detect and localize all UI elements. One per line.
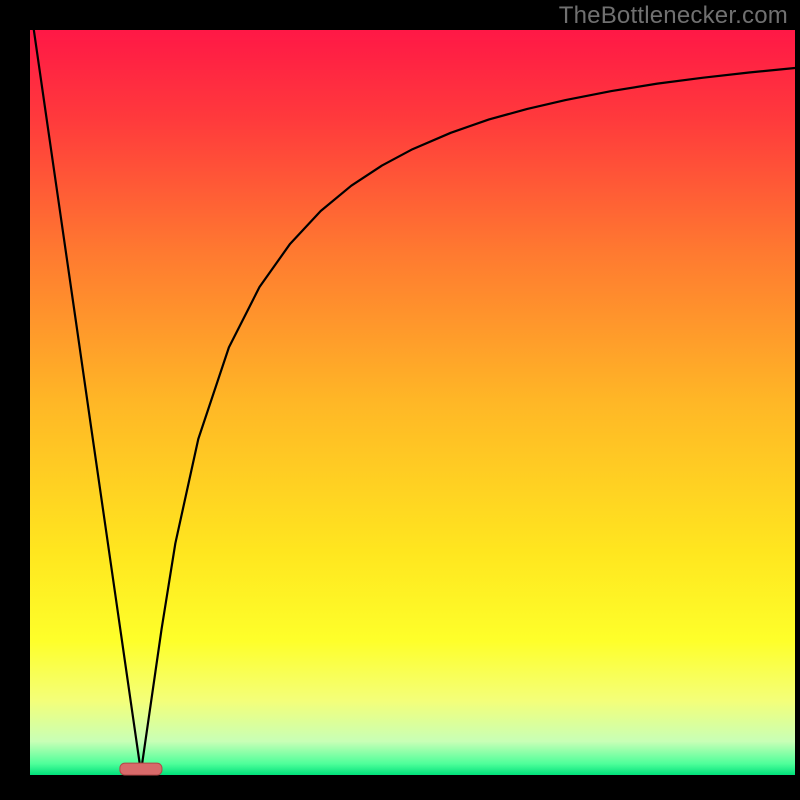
target-marker [120, 763, 162, 775]
chart-frame: TheBottlenecker.com [0, 0, 800, 800]
chart-svg [0, 0, 800, 800]
watermark-text: TheBottlenecker.com [559, 2, 788, 30]
plot-background [30, 30, 795, 775]
